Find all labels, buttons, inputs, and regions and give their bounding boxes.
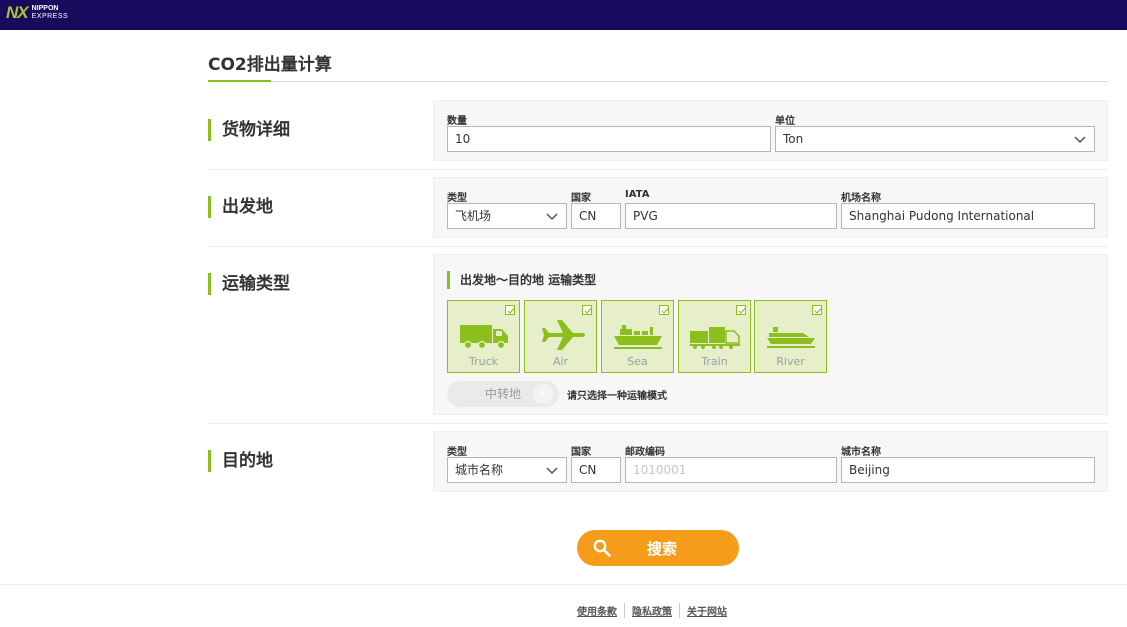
truck-icon xyxy=(460,325,508,350)
checkbox-checked[interactable] xyxy=(812,305,822,315)
section-label-origin: 出发地 xyxy=(208,196,273,218)
terms-of-use-link[interactable]: 使用条款 xyxy=(577,603,624,618)
transit-point-label: 中转地 xyxy=(484,387,521,401)
mode-label: Sea xyxy=(627,355,648,368)
privacy-policy-link[interactable]: 隐私政策 xyxy=(624,603,679,618)
row-divider xyxy=(208,169,1108,170)
ship-icon xyxy=(614,325,662,349)
title-accent-line xyxy=(208,80,271,82)
mode-label: River xyxy=(776,355,805,368)
chevron-down-icon xyxy=(1074,136,1086,144)
dest-type-label: 类型 xyxy=(447,447,467,458)
iata-label: IATA xyxy=(625,189,650,200)
chevron-down-icon xyxy=(546,467,558,475)
dest-country-label: 国家 xyxy=(571,447,591,458)
quantity-label: 数量 xyxy=(447,116,467,127)
postal-code-label: 邮政编码 xyxy=(625,447,665,458)
postal-code-input[interactable]: 1010001 xyxy=(625,457,837,483)
destination-panel: 类型 城市名称 国家 CN 邮政编码 1010001 城市名称 Beijing xyxy=(433,431,1108,492)
dest-type-select[interactable]: 城市名称 xyxy=(447,457,567,483)
cargo-panel: 数量 10 单位 Ton xyxy=(433,100,1108,161)
nippon-express-logo[interactable]: NX NIPPON EXPRESS xyxy=(6,3,68,23)
mode-label: Air xyxy=(552,355,569,368)
about-site-link[interactable]: 关于网站 xyxy=(679,603,734,618)
train-icon xyxy=(690,327,740,349)
checkbox-checked[interactable] xyxy=(582,305,592,315)
unit-select-value: Ton xyxy=(783,132,804,146)
origin-type-value: 飞机场 xyxy=(455,209,492,223)
section-label-transport: 运输类型 xyxy=(208,273,290,295)
origin-country-input[interactable]: CN xyxy=(571,203,621,229)
city-name-input[interactable]: Beijing xyxy=(841,457,1095,483)
checkbox-checked[interactable] xyxy=(659,305,669,315)
search-button[interactable]: 搜索 xyxy=(577,530,739,566)
transport-mode-sea[interactable]: Sea xyxy=(601,300,674,373)
title-divider xyxy=(208,81,1108,82)
origin-type-select[interactable]: 飞机场 xyxy=(447,203,567,229)
chevron-down-icon xyxy=(546,213,558,221)
origin-country-label: 国家 xyxy=(571,193,591,204)
unit-select[interactable]: Ton xyxy=(775,126,1095,152)
quantity-input[interactable]: 10 xyxy=(447,126,771,152)
search-icon xyxy=(593,539,611,557)
checkbox-checked[interactable] xyxy=(505,305,515,315)
checkbox-checked[interactable] xyxy=(736,305,746,315)
transit-point-button[interactable]: 中转地 ▸ xyxy=(447,381,559,407)
top-header-bar: NX NIPPON EXPRESS xyxy=(0,0,1127,30)
section-label-cargo: 货物详细 xyxy=(208,119,290,141)
dest-country-input[interactable]: CN xyxy=(571,457,621,483)
footer-divider xyxy=(0,584,1127,585)
footer-links: 使用条款 隐私政策 关于网站 xyxy=(577,603,734,618)
river-boat-icon xyxy=(767,327,815,348)
transport-mode-train[interactable]: Train xyxy=(678,300,751,373)
transport-mode-truck[interactable]: Truck xyxy=(447,300,520,373)
airport-name-input[interactable]: Shanghai Pudong International xyxy=(841,203,1095,229)
transport-panel: 出发地～目的地 运输类型 Truck Air Sea Train River 中… xyxy=(433,254,1108,415)
section-label-destination: 目的地 xyxy=(208,450,273,472)
page-title: CO2排出量计算 xyxy=(208,55,332,75)
airplane-icon xyxy=(542,320,585,350)
logo-mark: NX xyxy=(6,3,29,22)
city-name-label: 城市名称 xyxy=(841,447,881,458)
mode-label: Truck xyxy=(468,355,498,368)
logo-text: NIPPON EXPRESS xyxy=(32,5,69,21)
transport-mode-air[interactable]: Air xyxy=(524,300,597,373)
mode-label: Train xyxy=(701,355,728,368)
iata-input[interactable]: PVG xyxy=(625,203,837,229)
row-divider xyxy=(208,423,1108,424)
logo-line-2: EXPRESS xyxy=(31,13,69,20)
chevron-right-icon: ▸ xyxy=(533,384,553,404)
transport-mode-note: 请只选择一种运输模式 xyxy=(567,391,667,402)
unit-label: 单位 xyxy=(775,116,795,127)
dest-type-value: 城市名称 xyxy=(455,463,504,477)
transport-subtitle: 出发地～目的地 运输类型 xyxy=(447,271,596,289)
airport-name-label: 机场名称 xyxy=(841,193,881,204)
transport-mode-river[interactable]: River xyxy=(754,300,827,373)
logo-line-1: NIPPON xyxy=(31,5,59,12)
origin-panel: 类型 飞机场 国家 CN IATA PVG 机场名称 Shanghai Pudo… xyxy=(433,177,1108,238)
row-divider xyxy=(208,246,1108,247)
origin-type-label: 类型 xyxy=(447,193,467,204)
search-button-label: 搜索 xyxy=(647,540,678,558)
